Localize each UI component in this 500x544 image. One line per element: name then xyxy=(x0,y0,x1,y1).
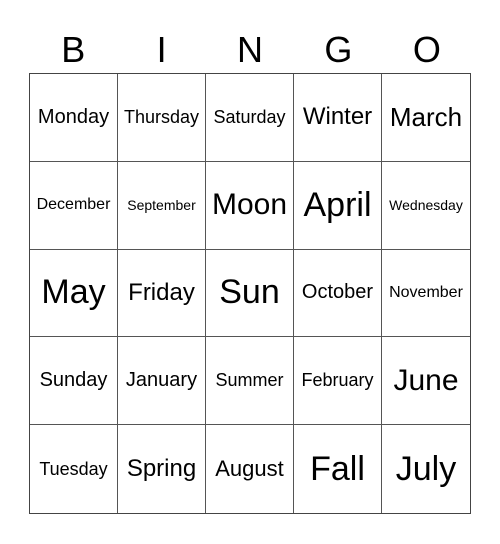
bingo-cell[interactable]: Sunday xyxy=(30,337,118,426)
bingo-cell[interactable]: Tuesday xyxy=(30,425,118,513)
bingo-header: B I N G O xyxy=(29,28,471,72)
bingo-cell[interactable]: September xyxy=(118,161,206,250)
header-letter-i: I xyxy=(156,29,167,70)
bingo-cell[interactable]: December xyxy=(30,161,118,250)
bingo-cell[interactable]: Winter xyxy=(294,74,382,162)
bingo-cell[interactable]: Thursday xyxy=(118,74,206,162)
bingo-cell[interactable]: Saturday xyxy=(206,74,294,162)
bingo-cell[interactable]: October xyxy=(294,249,382,338)
bingo-cell[interactable]: Monday xyxy=(30,74,118,162)
bingo-cell[interactable]: November xyxy=(382,250,470,338)
header-letter-g: G xyxy=(324,29,353,70)
bingo-cell[interactable]: February xyxy=(294,337,382,426)
bingo-cell[interactable]: Moon xyxy=(206,161,294,250)
bingo-grid: Monday Thursday Saturday Winter March De… xyxy=(29,73,471,514)
bingo-cell[interactable]: Summer xyxy=(206,337,294,426)
bingo-cell[interactable]: July xyxy=(382,425,470,513)
bingo-cell[interactable]: Friday xyxy=(118,249,206,338)
header-letter-b: B xyxy=(61,29,86,70)
header-letter-n: N xyxy=(237,29,264,70)
bingo-cell[interactable]: Spring xyxy=(118,425,206,513)
bingo-cell[interactable]: Fall xyxy=(294,425,382,513)
bingo-cell[interactable]: June xyxy=(382,337,470,426)
bingo-cell[interactable]: January xyxy=(118,337,206,426)
bingo-cell[interactable]: May xyxy=(30,249,118,338)
bingo-cell[interactable]: March xyxy=(382,74,470,162)
bingo-cell[interactable]: April xyxy=(294,161,382,250)
header-letter-o: O xyxy=(412,29,441,70)
bingo-cell[interactable]: August xyxy=(206,425,294,513)
bingo-cell[interactable]: Sun xyxy=(206,249,294,338)
bingo-cell[interactable]: Wednesday xyxy=(382,162,470,250)
